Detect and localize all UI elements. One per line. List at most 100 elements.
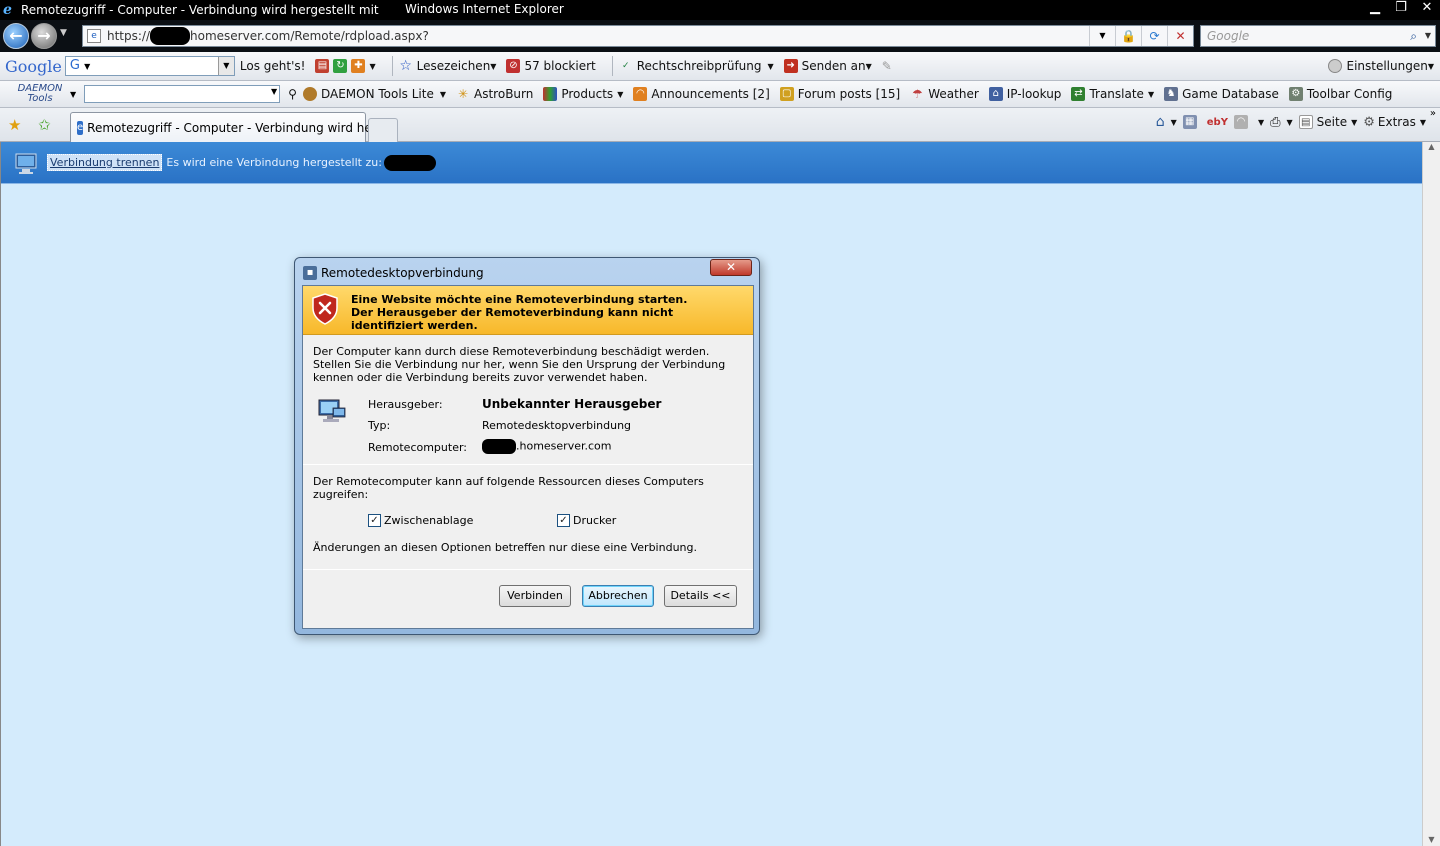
toolbar-buttons[interactable]: ▤ ↻ ✚ ▼ <box>315 59 376 73</box>
printer-checkbox[interactable]: ✓ Drucker <box>557 514 616 527</box>
stop-icon[interactable]: ✕ <box>1167 26 1193 46</box>
ebay-button[interactable]: ebY <box>1207 117 1228 128</box>
back-button[interactable]: ← <box>3 23 29 49</box>
sync-icon[interactable]: ↻ <box>333 59 348 73</box>
toolbar-overflow-icon[interactable]: » <box>1430 108 1436 119</box>
checkmark-icon[interactable]: ✓ <box>557 514 570 527</box>
daemon-search-input[interactable]: ▼ <box>84 85 281 103</box>
google-search-input[interactable]: G ▼ ▼ <box>64 56 235 76</box>
add-favorite-icon[interactable]: ✩ <box>38 116 51 134</box>
chevron-down-icon[interactable]: ▼ <box>369 62 375 71</box>
spellcheck-button[interactable]: ✓ Rechtschreibprüfung ▼ <box>619 59 774 73</box>
daemon-icon <box>302 87 317 101</box>
send-to-button[interactable]: ➜ Senden an ▼ <box>783 59 872 73</box>
daemon-item-4[interactable]: ▢ Forum posts [15] <box>779 87 900 101</box>
cancel-button[interactable]: Abbrechen <box>582 585 654 607</box>
page-icon: e <box>87 29 101 43</box>
daemon-item-9[interactable]: ⚙ Toolbar Config <box>1288 87 1392 101</box>
extras-menu-button[interactable]: ⚙ Extras ▼ <box>1363 115 1426 130</box>
shield-error-icon <box>312 293 338 325</box>
rss-button[interactable]: ◠ ▼ <box>1233 115 1264 129</box>
google-logo[interactable]: Google <box>5 57 62 76</box>
search-input[interactable]: Google ⌕ ▼ <box>1200 25 1436 47</box>
window-titlebar: e Remotezugriff - Computer - Verbindung … <box>0 0 1440 20</box>
tab-remote-access[interactable]: e Remotezugriff - Computer - Verbindung … <box>70 112 387 142</box>
settings-button[interactable]: Einstellungen ▼ <box>1328 59 1434 73</box>
url-suffix: homeserver.com/Remote/rdpload.aspx? <box>190 29 429 43</box>
send-icon: ➜ <box>783 59 798 73</box>
ip-icon: ⌂ <box>988 87 1003 101</box>
refresh-icon[interactable]: ⟳ <box>1141 26 1167 46</box>
chevron-down-icon: ▼ <box>1427 61 1434 71</box>
connect-button[interactable]: Verbinden <box>499 585 571 607</box>
remote-computer-value: .homeserver.com <box>482 439 611 454</box>
details-button[interactable]: Details << <box>664 585 737 607</box>
toolbar-divider <box>391 56 393 76</box>
close-window-button[interactable]: ✕ <box>1414 0 1440 18</box>
restore-button[interactable]: ❐ <box>1388 0 1414 18</box>
google-go-button[interactable]: Los geht's! <box>240 59 306 73</box>
bookmarks-button[interactable]: ☆ Lesezeichen ▼ <box>399 59 497 73</box>
chevron-down-icon: ▼ <box>1351 117 1358 127</box>
print-button[interactable]: ⎙ ▼ <box>1270 115 1293 130</box>
favorites-star-icon[interactable]: ★ <box>8 116 21 134</box>
translate-icon: ⇄ <box>1071 87 1086 101</box>
daemon-item-label: Products <box>561 87 614 101</box>
home-icon: ⌂ <box>1155 114 1165 130</box>
search-icon[interactable]: ⌕ <box>1410 26 1417 46</box>
address-field[interactable]: e https:// homeserver.com/Remote/rdpload… <box>82 25 1194 47</box>
tab-bar: ★ ✩ e Remotezugriff - Computer - Verbind… <box>0 108 1440 142</box>
google-search-dropdown[interactable]: ▼ <box>217 57 234 75</box>
dialog-close-button[interactable]: ✕ <box>710 259 752 276</box>
daemon-item-5[interactable]: ☂ Weather <box>910 87 979 101</box>
daemon-toolbar: DAEMON Tools ▼ ▼ ⚲ DAEMON Tools Lite ▼ ✳… <box>0 81 1440 108</box>
minimize-button[interactable]: ▁ <box>1362 0 1388 18</box>
monitor-icon <box>15 153 37 174</box>
rdp-icon: ▪ <box>303 266 317 280</box>
daemon-item-2[interactable]: Products ▼ <box>543 87 623 101</box>
redacted-block <box>482 439 516 454</box>
type-label: Typ: <box>368 419 391 432</box>
news-icon[interactable]: ▤ <box>315 59 330 73</box>
recent-pages-dropdown[interactable]: ▼ <box>60 28 67 38</box>
chevron-down-icon: ▼ <box>439 89 447 99</box>
gadget-icon[interactable]: ✚ <box>351 59 366 73</box>
disconnect-link[interactable]: Verbindung trennen <box>47 154 163 171</box>
forward-button[interactable]: → <box>31 23 57 49</box>
forum-icon: ▢ <box>779 87 794 101</box>
chevron-down-icon[interactable]: ▼ <box>70 90 76 99</box>
printer-label[interactable]: Drucker <box>573 514 616 527</box>
vertical-scrollbar[interactable]: ▲ ▼ <box>1422 142 1440 846</box>
chevron-down-icon[interactable]: ▼ <box>271 87 277 96</box>
scroll-up-icon[interactable]: ▲ <box>1423 142 1440 151</box>
feeds-button[interactable]: ▦ <box>1182 115 1201 129</box>
daemon-item-8[interactable]: ♞ Game Database <box>1164 87 1279 101</box>
feeds-icon: ▦ <box>1182 115 1197 129</box>
search-dropdown-icon[interactable]: ▼ <box>1425 26 1431 46</box>
computer-icon <box>318 399 346 422</box>
daemon-item-6[interactable]: ⌂ IP-lookup <box>988 87 1061 101</box>
checkmark-icon[interactable]: ✓ <box>368 514 381 527</box>
daemon-item-7[interactable]: ⇄ Translate ▼ <box>1071 87 1154 101</box>
daemon-logo[interactable]: DAEMON Tools <box>10 84 70 104</box>
popup-blocker-button[interactable]: ⊘ 57 blockiert <box>506 59 596 73</box>
chevron-down-icon: ▼ <box>490 61 497 71</box>
highlight-button[interactable]: ✎ <box>882 59 892 73</box>
lock-icon[interactable]: 🔒 <box>1115 26 1141 46</box>
clipboard-checkbox[interactable]: ✓ Zwischenablage <box>368 514 473 527</box>
rss-icon: ◠ <box>633 87 648 101</box>
tab-label: Remotezugriff - Computer - Verbindung wi… <box>87 120 388 135</box>
page-menu-button[interactable]: ▤ Seite ▼ <box>1298 115 1358 129</box>
daemon-logo-line2: Tools <box>27 93 53 104</box>
address-dropdown-icon[interactable]: ▼ <box>1089 26 1115 46</box>
daemon-item-0[interactable]: DAEMON Tools Lite ▼ <box>302 87 447 101</box>
connection-status: Es wird eine Verbindung hergestellt zu: <box>166 156 382 169</box>
daemon-search-button[interactable]: ⚲ <box>288 87 297 101</box>
new-tab-button[interactable] <box>368 118 398 142</box>
scroll-down-icon[interactable]: ▼ <box>1423 835 1440 844</box>
daemon-item-1[interactable]: ✳ AstroBurn <box>456 87 533 101</box>
daemon-item-3[interactable]: ◠ Announcements [2] <box>633 87 770 101</box>
description-text: Der Computer kann durch diese Remoteverb… <box>313 345 726 384</box>
clipboard-label[interactable]: Zwischenablage <box>384 514 473 527</box>
home-button[interactable]: ⌂ ▼ <box>1156 114 1177 130</box>
